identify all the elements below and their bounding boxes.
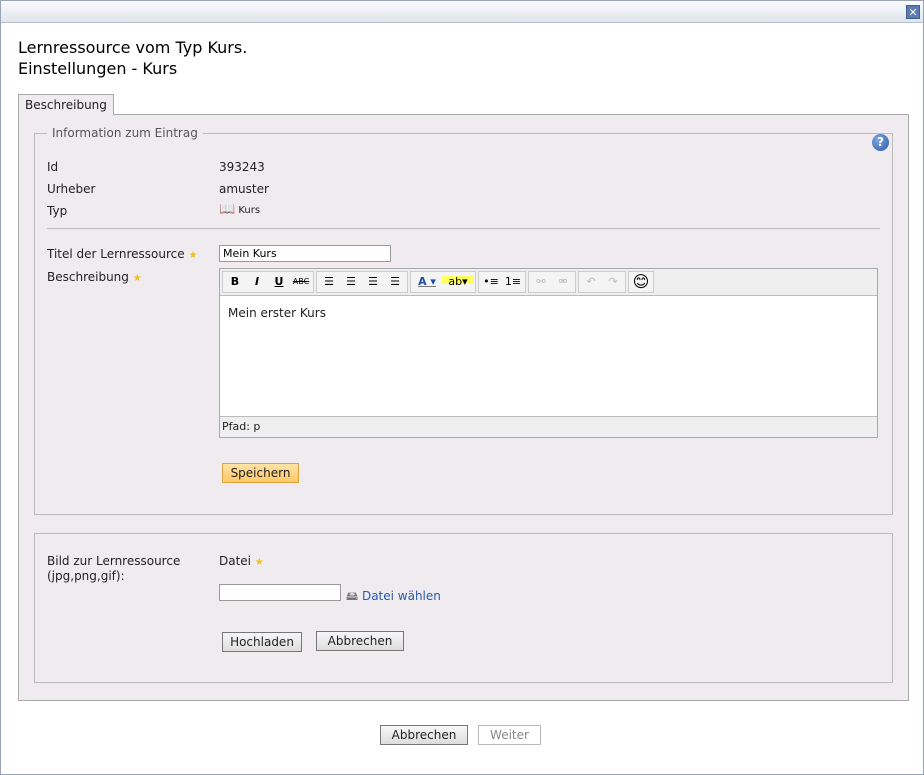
title-bar: ✕ xyxy=(1,1,923,23)
align-left-icon[interactable]: ☰ xyxy=(318,272,340,292)
page-title: Lernressource vom Typ Kurs. Einstellungen… xyxy=(18,37,247,79)
required-star-icon: ★ xyxy=(254,557,264,568)
required-star-icon: ★ xyxy=(188,250,198,261)
title-line1: Lernressource vom Typ Kurs. xyxy=(18,38,248,57)
fieldset-legend: Information zum Eintrag xyxy=(47,126,203,140)
italic-button[interactable]: I xyxy=(246,272,268,292)
next-button[interactable]: Weiter xyxy=(478,725,541,745)
text-color-icon[interactable]: A ▾ xyxy=(412,272,442,292)
link-icon[interactable]: ⚯ xyxy=(530,272,552,292)
rich-text-editor: B I U ABC ☰ ☰ ☰ ☰ A ▾ ab▾ •≡ 1≡ ⚯ ⚮ ↶ ↷ 😊 Mein ers… xyxy=(219,268,878,438)
choose-file-text: Datei wählen xyxy=(361,589,441,603)
author-label: Urheber xyxy=(47,182,96,196)
tab-panel: Information zum Eintrag ? Id 393243 Urhe… xyxy=(18,114,909,701)
file-label: Datei ★ xyxy=(219,554,264,568)
author-value: amuster xyxy=(219,182,269,196)
title-label-text: Titel der Lernressource xyxy=(47,247,185,261)
strikethrough-button[interactable]: ABC xyxy=(290,272,312,292)
editor-toolbar: B I U ABC ☰ ☰ ☰ ☰ A ▾ ab▾ •≡ 1≡ ⚯ ⚮ ↶ ↷ 😊 xyxy=(220,269,877,296)
description-label-text: Beschreibung xyxy=(47,270,129,284)
save-button[interactable]: Speichern xyxy=(222,463,299,483)
unlink-icon[interactable]: ⚮ xyxy=(552,272,574,292)
file-drive-icon: 🖴 xyxy=(346,589,359,603)
file-label-text: Datei xyxy=(219,554,252,568)
align-right-icon[interactable]: ☰ xyxy=(362,272,384,292)
choose-file-link[interactable]: 🖴 Datei wählen xyxy=(346,587,441,608)
close-icon[interactable]: ✕ xyxy=(906,5,920,19)
id-label: Id xyxy=(47,160,59,174)
bullet-list-icon[interactable]: •≡ xyxy=(480,272,502,292)
image-fieldset: Bild zur Lernressource (jpg,png,gif): Da… xyxy=(34,533,893,683)
undo-icon[interactable]: ↶ xyxy=(580,272,602,292)
bold-button[interactable]: B xyxy=(224,272,246,292)
upload-button[interactable]: Hochladen xyxy=(222,632,302,652)
type-value: 📖 Kurs xyxy=(219,202,260,217)
course-book-icon: 📖 xyxy=(219,202,236,217)
align-justify-icon[interactable]: ☰ xyxy=(384,272,406,292)
description-label: Beschreibung ★ xyxy=(47,270,142,284)
title-input[interactable] xyxy=(219,245,391,262)
highlight-color-icon[interactable]: ab▾ xyxy=(442,272,474,292)
emoticon-icon[interactable]: 😊 xyxy=(630,272,652,292)
help-icon[interactable]: ? xyxy=(872,134,889,151)
redo-icon[interactable]: ↷ xyxy=(602,272,624,292)
title-label: Titel der Lernressource ★ xyxy=(47,247,197,261)
align-center-icon[interactable]: ☰ xyxy=(340,272,362,292)
id-value: 393243 xyxy=(219,160,265,174)
numbered-list-icon[interactable]: 1≡ xyxy=(502,272,524,292)
dialog-window: ✕ Lernressource vom Typ Kurs. Einstellung… xyxy=(0,0,924,775)
file-input[interactable] xyxy=(219,584,341,601)
divider xyxy=(47,228,880,229)
underline-button[interactable]: U xyxy=(268,272,290,292)
required-star-icon: ★ xyxy=(132,273,142,284)
info-fieldset: Information zum Eintrag ? Id 393243 Urhe… xyxy=(34,126,893,515)
type-text: Kurs xyxy=(238,205,261,216)
cancel-button[interactable]: Abbrechen xyxy=(380,725,468,745)
image-label: Bild zur Lernressource (jpg,png,gif): xyxy=(47,554,181,583)
type-label: Typ xyxy=(47,204,68,218)
image-cancel-button[interactable]: Abbrechen xyxy=(316,631,404,651)
editor-content[interactable]: Mein erster Kurs xyxy=(220,296,877,330)
editor-path: Pfad: p xyxy=(220,416,877,437)
title-line2: Einstellungen - Kurs xyxy=(18,59,178,78)
tab-beschreibung[interactable]: Beschreibung xyxy=(18,94,114,115)
